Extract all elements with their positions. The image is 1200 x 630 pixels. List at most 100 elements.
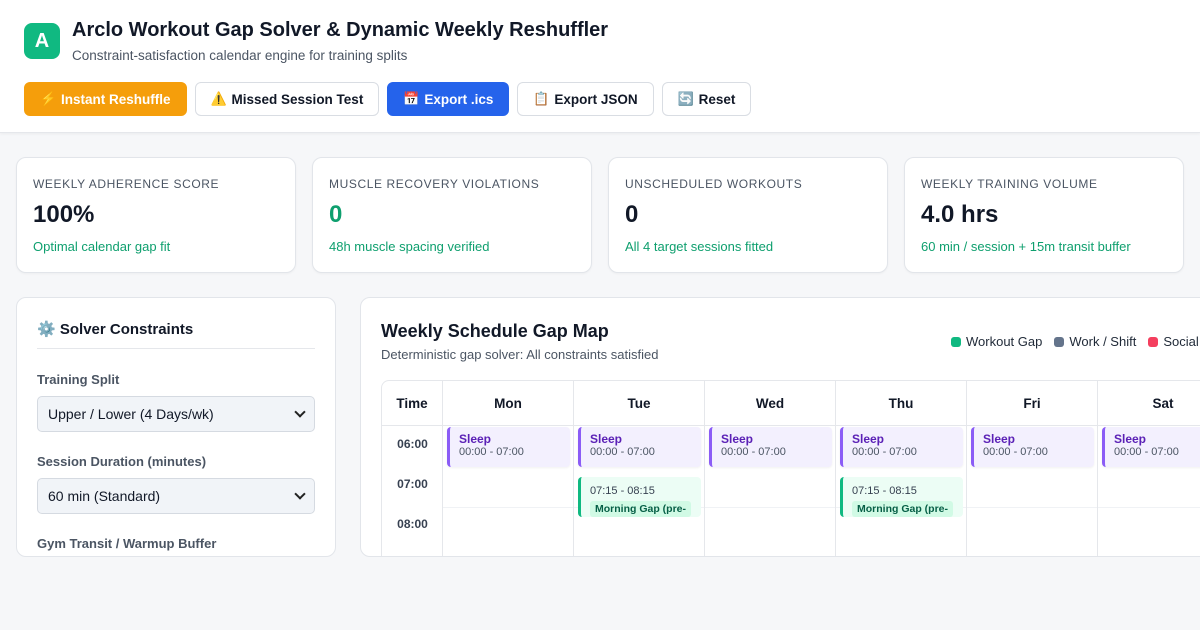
sleep-block[interactable]: Sleep 00:00 - 07:00 xyxy=(709,427,832,467)
legend-item-work-shift: Work / Shift xyxy=(1054,334,1136,349)
instant-reshuffle-label: Instant Reshuffle xyxy=(61,91,171,107)
sleep-block[interactable]: Sleep 00:00 - 07:00 xyxy=(578,427,701,467)
gap-tag: Morning Gap (pre- xyxy=(590,501,691,517)
panel-title: ⚙️ Solver Constraints xyxy=(37,320,193,338)
event-title: Sleep xyxy=(721,432,754,446)
transit-buffer-label: Gym Transit / Warmup Buffer xyxy=(37,536,217,551)
hour-line xyxy=(1098,507,1200,508)
event-title: Sleep xyxy=(590,432,623,446)
stat-label: WEEKLY TRAINING VOLUME xyxy=(921,177,1098,191)
stat-card-unscheduled: UNSCHEDULED WORKOUTS 0 All 4 target sess… xyxy=(608,157,888,273)
legend-label: Workout Gap xyxy=(966,334,1043,349)
session-duration-value: 60 min (Standard) xyxy=(48,488,161,504)
stat-note: 60 min / session + 15m transit buffer xyxy=(921,239,1131,254)
stat-value: 4.0 hrs xyxy=(921,201,999,228)
hour-line xyxy=(705,507,835,508)
stat-note: Optimal calendar gap fit xyxy=(33,239,171,254)
stat-value: 0 xyxy=(625,201,639,228)
sleep-block[interactable]: Sleep 00:00 - 07:00 xyxy=(447,427,570,467)
time-label: 08:00 xyxy=(397,517,428,531)
schedule-subtitle: Deterministic gap solver: All constraint… xyxy=(381,347,659,362)
sleep-block[interactable]: Sleep 00:00 - 07:00 xyxy=(1102,427,1200,467)
schedule-grid: Time 06:00 07:00 08:00 Mon Sleep 00:00 -… xyxy=(381,380,1200,556)
schedule-legend: Workout Gap Work / Shift Social xyxy=(951,334,1199,349)
day-header: Sat xyxy=(1098,381,1200,426)
missed-session-test-label: Missed Session Test xyxy=(231,91,364,107)
training-split-value: Upper / Lower (4 Days/wk) xyxy=(48,406,214,422)
event-title: Sleep xyxy=(852,432,885,446)
event-time: 00:00 - 07:00 xyxy=(983,446,1048,458)
sleep-block[interactable]: Sleep 00:00 - 07:00 xyxy=(840,427,963,467)
event-title: Sleep xyxy=(459,432,492,446)
day-column-sat: Sat Sleep 00:00 - 07:00 xyxy=(1098,381,1200,556)
stat-card-recovery-violations: MUSCLE RECOVERY VIOLATIONS 0 48h muscle … xyxy=(312,157,592,273)
lightning-icon: ⚡ xyxy=(40,91,57,106)
time-label: 06:00 xyxy=(397,437,428,451)
time-column: Time 06:00 07:00 08:00 xyxy=(382,381,443,556)
export-json-label: Export JSON xyxy=(554,91,638,107)
event-time: 00:00 - 07:00 xyxy=(1114,446,1179,458)
training-split-select[interactable]: Upper / Lower (4 Days/wk) xyxy=(37,396,315,432)
day-header: Tue xyxy=(574,381,704,426)
day-column-fri: Fri Sleep 00:00 - 07:00 xyxy=(967,381,1098,556)
training-split-label: Training Split xyxy=(37,372,120,387)
event-time: 00:00 - 07:00 xyxy=(459,446,524,458)
session-duration-select[interactable]: 60 min (Standard) xyxy=(37,478,315,514)
time-label: 07:00 xyxy=(397,477,428,491)
weekly-schedule-panel: Weekly Schedule Gap Map Deterministic ga… xyxy=(360,297,1200,557)
chevron-down-icon xyxy=(294,406,306,418)
toolbar: ⚡ Instant Reshuffle ⚠️ Missed Session Te… xyxy=(24,82,752,116)
stat-value: 100% xyxy=(33,201,95,228)
workout-gap-block[interactable]: 07:15 - 08:15 Morning Gap (pre- xyxy=(840,477,963,517)
day-column-wed: Wed Sleep 00:00 - 07:00 xyxy=(705,381,836,556)
legend-swatch xyxy=(951,336,961,347)
stat-note: 48h muscle spacing verified xyxy=(329,239,490,254)
time-header: Time xyxy=(382,381,442,426)
export-json-button[interactable]: 📋 Export JSON xyxy=(517,82,654,116)
schedule-title: Weekly Schedule Gap Map xyxy=(381,321,609,341)
legend-swatch xyxy=(1148,336,1159,347)
export-ics-label: Export .ics xyxy=(424,91,494,107)
chevron-down-icon xyxy=(294,488,306,500)
session-duration-label: Session Duration (minutes) xyxy=(37,454,207,469)
reset-button[interactable]: 🔄 Reset xyxy=(661,82,752,116)
export-ics-button[interactable]: 📅 Export .ics xyxy=(387,82,510,116)
stat-label: MUSCLE RECOVERY VIOLATIONS xyxy=(329,177,540,191)
clipboard-icon: 📋 xyxy=(533,91,550,106)
day-header: Wed xyxy=(705,381,835,426)
event-time: 00:00 - 07:00 xyxy=(590,446,655,458)
workout-gap-block[interactable]: 07:15 - 08:15 Morning Gap (pre- xyxy=(578,477,701,517)
stat-label: WEEKLY ADHERENCE SCORE xyxy=(33,177,220,191)
gear-icon: ⚙️ xyxy=(37,321,56,338)
missed-session-test-button[interactable]: ⚠️ Missed Session Test xyxy=(194,82,380,116)
event-time: 00:00 - 07:00 xyxy=(721,446,786,458)
panel-title-text: Solver Constraints xyxy=(59,321,194,338)
day-header: Thu xyxy=(836,381,966,426)
divider xyxy=(37,348,315,349)
hour-line xyxy=(443,507,573,508)
gap-tag: Morning Gap (pre- xyxy=(852,501,953,517)
day-column-thu: Thu Sleep 00:00 - 07:00 07:15 - 08:15 Mo… xyxy=(836,381,967,556)
legend-label: Work / Shift xyxy=(1069,334,1137,349)
legend-swatch xyxy=(1054,336,1065,347)
refresh-icon: 🔄 xyxy=(677,91,694,106)
day-header: Fri xyxy=(967,381,1097,426)
stat-value: 0 xyxy=(329,201,343,228)
instant-reshuffle-button[interactable]: ⚡ Instant Reshuffle xyxy=(24,82,187,116)
day-column-mon: Mon Sleep 00:00 - 07:00 xyxy=(443,381,574,556)
stat-note: All 4 target sessions fitted xyxy=(625,239,774,254)
app-subtitle: Constraint-satisfaction calendar engine … xyxy=(72,48,408,63)
legend-item-social: Social xyxy=(1148,334,1199,349)
event-title: Sleep xyxy=(1114,432,1147,446)
stat-card-training-volume: WEEKLY TRAINING VOLUME 4.0 hrs 60 min / … xyxy=(904,157,1184,273)
sleep-block[interactable]: Sleep 00:00 - 07:00 xyxy=(971,427,1094,467)
warning-icon: ⚠️ xyxy=(210,91,227,106)
day-header: Mon xyxy=(443,381,573,426)
app-title: Arclo Workout Gap Solver & Dynamic Weekl… xyxy=(72,19,609,41)
app-header: A Arclo Workout Gap Solver & Dynamic Wee… xyxy=(0,0,1200,133)
event-time: 00:00 - 07:00 xyxy=(852,446,917,458)
reset-label: Reset xyxy=(698,91,736,107)
hour-line xyxy=(967,507,1097,508)
event-time: 07:15 - 08:15 xyxy=(590,485,655,497)
event-title: Sleep xyxy=(983,432,1016,446)
